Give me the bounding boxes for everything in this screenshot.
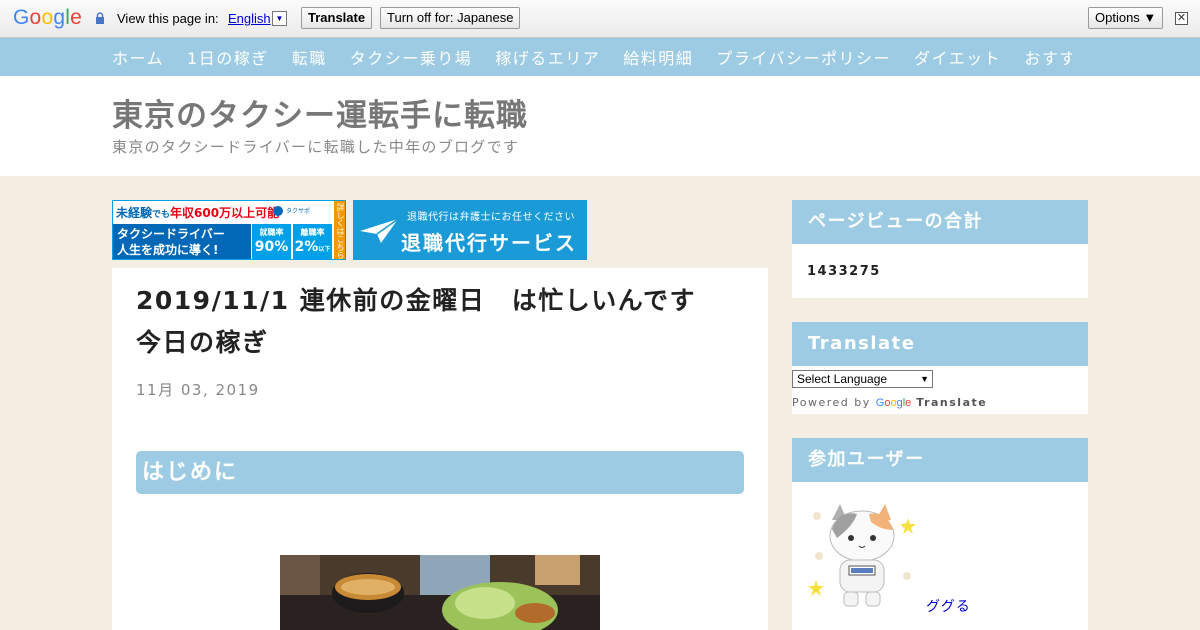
site-header: 東京のタクシー運転手に転職 東京のタクシードライバーに転職した中年のブログです (0, 76, 1200, 176)
main-navigation: ホーム 1日の稼ぎ 転職 タクシー乗り場 稼げるエリア 給料明細 プライバシーポリシー ダイエ… (0, 38, 1200, 76)
nav-items: ホーム 1日の稼ぎ 転職 タクシー乗り場 稼げるエリア 給料明細 プライバシーポリシー ダイエ… (112, 38, 1072, 76)
language-select[interactable]: Select Language ▼ (792, 370, 933, 388)
close-icon[interactable]: ✕ (1175, 12, 1188, 25)
site-title[interactable]: 東京のタクシー運転手に転職 (112, 90, 528, 135)
language-link[interactable]: English (228, 11, 271, 26)
view-page-label: View this page in: (117, 11, 219, 26)
banner1-more-link[interactable]: 詳しくはこちら (334, 201, 345, 259)
google-logo: Google (13, 6, 82, 29)
nav-item[interactable]: ホーム (112, 45, 164, 69)
nav-item[interactable]: おすす (1024, 45, 1072, 69)
post-date: 11月 03, 2019 (136, 381, 260, 399)
pageviews-count: 1433275 (807, 264, 881, 279)
followers-widget: 参加ユーザー ググる (792, 438, 1088, 630)
nav-item[interactable]: 転職 (292, 45, 327, 69)
turnover-rate-stat: 離職率 2%以下 (293, 224, 332, 259)
follower-name-link[interactable]: ググる (926, 596, 971, 616)
blog-post: 2019/11/1 連休前の金曜日 は忙しいんです 今日の稼ぎ 11月 03, … (112, 268, 768, 630)
followers-title: 参加ユーザー (792, 438, 1088, 482)
retirement-agency-banner[interactable]: 退職代行は弁護士にお任せください 退職代行サービス (353, 200, 587, 260)
google-translate-bar: Google View this page in: English ▼ Tran… (0, 0, 1200, 38)
banner1-tagline: タクシードライバー 人生を成功に導く! (113, 224, 251, 259)
site-description: 東京のタクシードライバーに転職した中年のブログです (112, 138, 520, 156)
lock-icon (96, 12, 104, 24)
post-photo (280, 555, 600, 630)
google-translate-link[interactable]: Translate (916, 396, 987, 409)
translate-title: Translate (792, 322, 1088, 366)
translate-widget: Translate Select Language ▼ Powered by G… (792, 322, 1088, 414)
banner2-title: 退職代行サービス (401, 231, 577, 255)
turn-off-button[interactable]: Turn off for: Japanese (380, 7, 521, 29)
powered-by-google: Powered by Google Translate (792, 396, 988, 409)
google-logo-small: Google (875, 397, 912, 409)
taxisapo-logo-icon (273, 206, 283, 216)
nav-item[interactable]: タクシー乗り場 (350, 45, 473, 69)
nav-item[interactable]: ダイエット (914, 45, 1001, 69)
nav-item[interactable]: 稼げるエリア (495, 45, 600, 69)
options-button[interactable]: Options ▼ (1088, 7, 1164, 29)
language-dropdown-icon[interactable]: ▼ (272, 11, 287, 26)
post-section-heading: はじめに (136, 451, 744, 494)
pageviews-title: ページビューの合計 (792, 200, 1088, 244)
pageviews-widget: ページビューの合計 1433275 (792, 200, 1088, 298)
cat-avatar[interactable] (807, 496, 923, 614)
nav-item[interactable]: 給料明細 (623, 45, 693, 69)
banner2-subtitle: 退職代行は弁護士にお任せください (407, 212, 575, 223)
logo-text: タクサポ (286, 208, 311, 215)
translate-button[interactable]: Translate (301, 7, 373, 29)
nav-item[interactable]: 1日の稼ぎ (187, 45, 269, 69)
chevron-down-icon: ▼ (920, 374, 929, 384)
employment-rate-stat: 就職率 90% (252, 224, 291, 259)
post-title[interactable]: 2019/11/1 連休前の金曜日 は忙しいんです 今日の稼ぎ (136, 280, 726, 364)
nav-item[interactable]: プライバシーポリシー (716, 45, 891, 69)
taxi-job-banner[interactable]: 未経験でも年収600万以上可能 タクサポ タクシードライバー 人生を成功に導く!… (112, 200, 346, 260)
paper-plane-icon (360, 218, 399, 243)
